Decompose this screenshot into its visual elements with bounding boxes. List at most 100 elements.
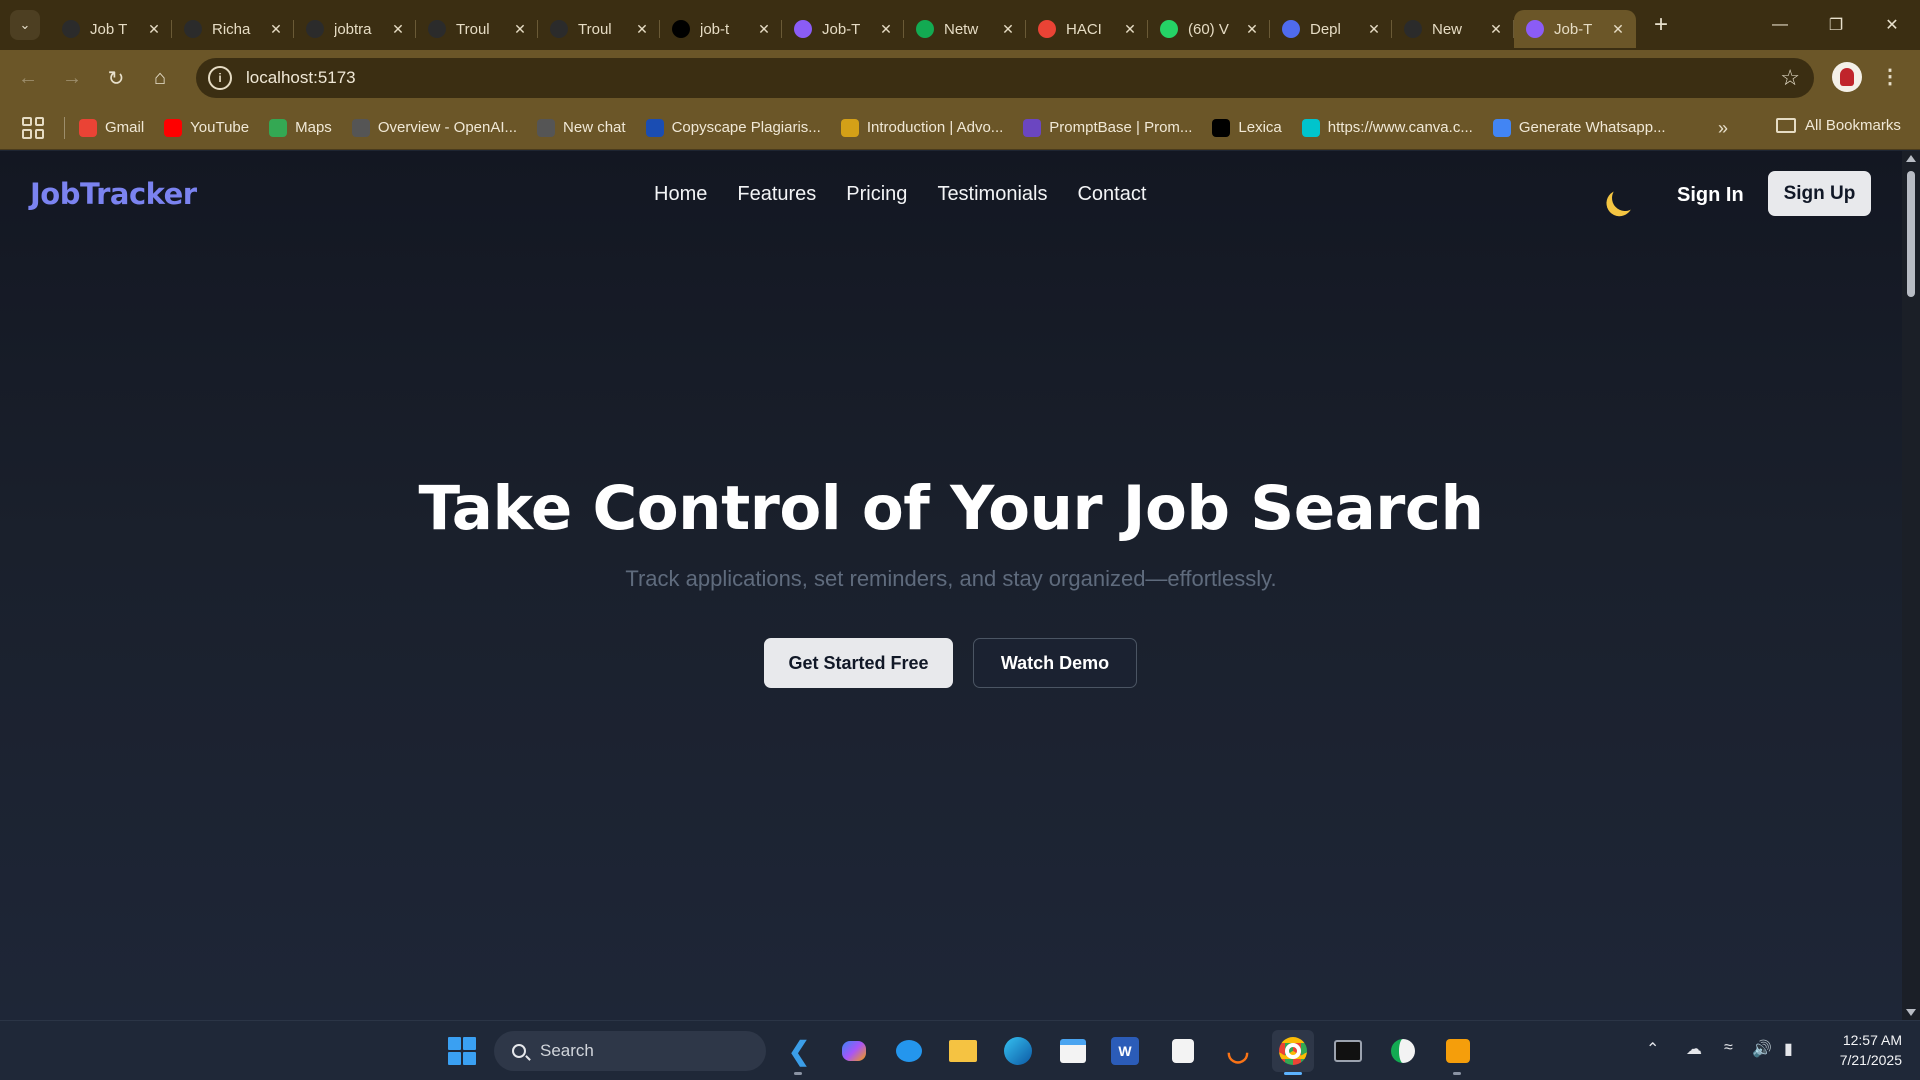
reload-button[interactable]: ↻ xyxy=(94,58,138,98)
jupyter-icon[interactable]: ◡ xyxy=(1221,1034,1255,1068)
get-started-button[interactable]: Get Started Free xyxy=(764,638,953,688)
address-bar[interactable]: i localhost:5173 ☆ xyxy=(196,58,1814,98)
bookmark-item[interactable]: https://www.canva.c... xyxy=(1301,118,1473,137)
browser-tab[interactable]: Troul ✕ xyxy=(416,10,538,48)
more-bookmarks-icon[interactable]: » xyxy=(1718,118,1728,139)
volume-icon[interactable]: 🔊 xyxy=(1752,1039,1772,1059)
bookmark-label: Lexica xyxy=(1238,119,1282,136)
bookmark-item[interactable]: PromptBase | Prom... xyxy=(1023,118,1192,137)
page-scrollbar[interactable] xyxy=(1902,151,1920,1020)
file-explorer-icon[interactable] xyxy=(946,1034,980,1068)
openai-icon xyxy=(351,118,370,137)
minimize-button[interactable]: — xyxy=(1752,0,1808,50)
close-tab-icon[interactable]: ✕ xyxy=(268,21,284,38)
microsoft-store-icon[interactable] xyxy=(1056,1034,1090,1068)
bookmark-item[interactable]: YouTube xyxy=(164,118,249,137)
close-tab-icon[interactable]: ✕ xyxy=(1488,21,1504,38)
watch-demo-button[interactable]: Watch Demo xyxy=(973,638,1137,688)
moon-icon[interactable] xyxy=(1608,181,1641,214)
browser-tab[interactable]: Job T ✕ xyxy=(50,10,172,48)
edge-icon[interactable] xyxy=(1001,1034,1035,1068)
vscode-icon[interactable]: ❮ xyxy=(782,1034,816,1068)
bookmark-item[interactable]: Maps xyxy=(269,118,332,137)
onedrive-icon[interactable]: ☁ xyxy=(1686,1039,1702,1059)
site-info-icon[interactable]: i xyxy=(208,66,232,90)
sign-in-button[interactable]: Sign In xyxy=(1677,184,1744,207)
site-logo[interactable]: JobTracker xyxy=(30,177,197,211)
bookmark-item[interactable]: Introduction | Advo... xyxy=(840,118,1003,137)
browser-tab[interactable]: New ✕ xyxy=(1392,10,1514,48)
apps-grid-icon[interactable] xyxy=(22,116,44,139)
close-tab-icon[interactable]: ✕ xyxy=(1610,21,1626,38)
close-tab-icon[interactable]: ✕ xyxy=(146,21,162,38)
taskbar-clock[interactable]: 12:57 AM 7/21/2025 xyxy=(1818,1030,1902,1070)
new-tab-button[interactable]: + xyxy=(1646,10,1676,40)
render-icon xyxy=(428,20,446,38)
home-button[interactable]: ⌂ xyxy=(138,58,182,98)
scroll-up-arrow-icon[interactable] xyxy=(1906,155,1916,162)
browser-tab[interactable]: HACI ✕ xyxy=(1026,10,1148,48)
browser-tab[interactable]: Netw ✕ xyxy=(904,10,1026,48)
close-tab-icon[interactable]: ✕ xyxy=(1244,21,1260,38)
close-tab-icon[interactable]: ✕ xyxy=(512,21,528,38)
back-button[interactable]: ← xyxy=(6,58,50,98)
nav-link-testimonials[interactable]: Testimonials xyxy=(937,183,1047,206)
close-window-button[interactable]: ✕ xyxy=(1864,0,1920,50)
close-tab-icon[interactable]: ✕ xyxy=(756,21,772,38)
browser-tab[interactable]: Troul ✕ xyxy=(538,10,660,48)
bookmark-item[interactable]: Lexica xyxy=(1212,118,1282,137)
close-tab-icon[interactable]: ✕ xyxy=(1000,21,1016,38)
docker-icon[interactable] xyxy=(892,1034,926,1068)
tab-search-button[interactable]: ⌄ xyxy=(10,10,40,40)
browser-tab[interactable]: Job-T ✕ xyxy=(782,10,904,48)
windows-start-icon[interactable] xyxy=(448,1037,476,1065)
vite-icon xyxy=(1526,20,1544,38)
browser-tab[interactable]: Job-T ✕ xyxy=(1514,10,1636,48)
restore-button[interactable]: ❐ xyxy=(1808,0,1864,50)
media-player-icon[interactable] xyxy=(1441,1034,1475,1068)
render-icon xyxy=(306,20,324,38)
chrome-icon[interactable] xyxy=(1272,1030,1314,1072)
whatsapp-icon xyxy=(1160,20,1178,38)
browser-menu-icon[interactable]: ⋮ xyxy=(1880,64,1900,89)
close-tab-icon[interactable]: ✕ xyxy=(1122,21,1138,38)
nav-link-contact[interactable]: Contact xyxy=(1077,183,1146,206)
sign-up-button[interactable]: Sign Up xyxy=(1768,171,1871,216)
close-tab-icon[interactable]: ✕ xyxy=(1366,21,1382,38)
forward-button[interactable]: → xyxy=(50,58,94,98)
all-bookmarks-button[interactable]: All Bookmarks xyxy=(1776,117,1901,134)
nav-link-features[interactable]: Features xyxy=(737,183,816,206)
copilot-icon[interactable] xyxy=(837,1034,871,1068)
mongodb-compass-icon[interactable] xyxy=(1386,1034,1420,1068)
nav-link-home[interactable]: Home xyxy=(654,183,707,206)
browser-tab[interactable]: job-t ✕ xyxy=(660,10,782,48)
wifi-icon[interactable]: ≈ xyxy=(1724,1039,1733,1057)
browser-tab[interactable]: Depl ✕ xyxy=(1270,10,1392,48)
taskbar-search[interactable]: Search xyxy=(494,1031,766,1071)
clock-time: 12:57 AM xyxy=(1842,1032,1902,1048)
browser-tab-label: Richa xyxy=(212,20,251,38)
word-icon[interactable]: W xyxy=(1111,1037,1139,1065)
bookmark-item[interactable]: Overview - OpenAI... xyxy=(351,118,517,137)
bookmark-item[interactable]: New chat xyxy=(537,118,626,137)
browser-tab[interactable]: (60) V ✕ xyxy=(1148,10,1270,48)
bookmark-item[interactable]: Generate Whatsapp... xyxy=(1492,118,1666,137)
bookmark-item[interactable]: Copyscape Plagiaris... xyxy=(645,118,821,137)
terminal-icon[interactable] xyxy=(1331,1034,1365,1068)
battery-icon[interactable]: ▮ xyxy=(1784,1039,1793,1059)
all-bookmarks-label: All Bookmarks xyxy=(1805,117,1901,134)
bookmark-item[interactable]: Gmail xyxy=(79,118,144,137)
nav-link-pricing[interactable]: Pricing xyxy=(846,183,907,206)
game-icon[interactable] xyxy=(1166,1034,1200,1068)
show-hidden-icons-icon[interactable]: ⌃ xyxy=(1646,1039,1659,1059)
close-tab-icon[interactable]: ✕ xyxy=(634,21,650,38)
profile-avatar[interactable] xyxy=(1832,62,1862,92)
bookmark-star-icon[interactable]: ☆ xyxy=(1780,65,1800,91)
address-bar-url[interactable]: localhost:5173 xyxy=(246,68,356,88)
scroll-down-arrow-icon[interactable] xyxy=(1906,1009,1916,1016)
scrollbar-thumb[interactable] xyxy=(1907,171,1915,297)
browser-tab[interactable]: jobtra ✕ xyxy=(294,10,416,48)
browser-tab[interactable]: Richa ✕ xyxy=(172,10,294,48)
close-tab-icon[interactable]: ✕ xyxy=(878,21,894,38)
close-tab-icon[interactable]: ✕ xyxy=(390,21,406,38)
